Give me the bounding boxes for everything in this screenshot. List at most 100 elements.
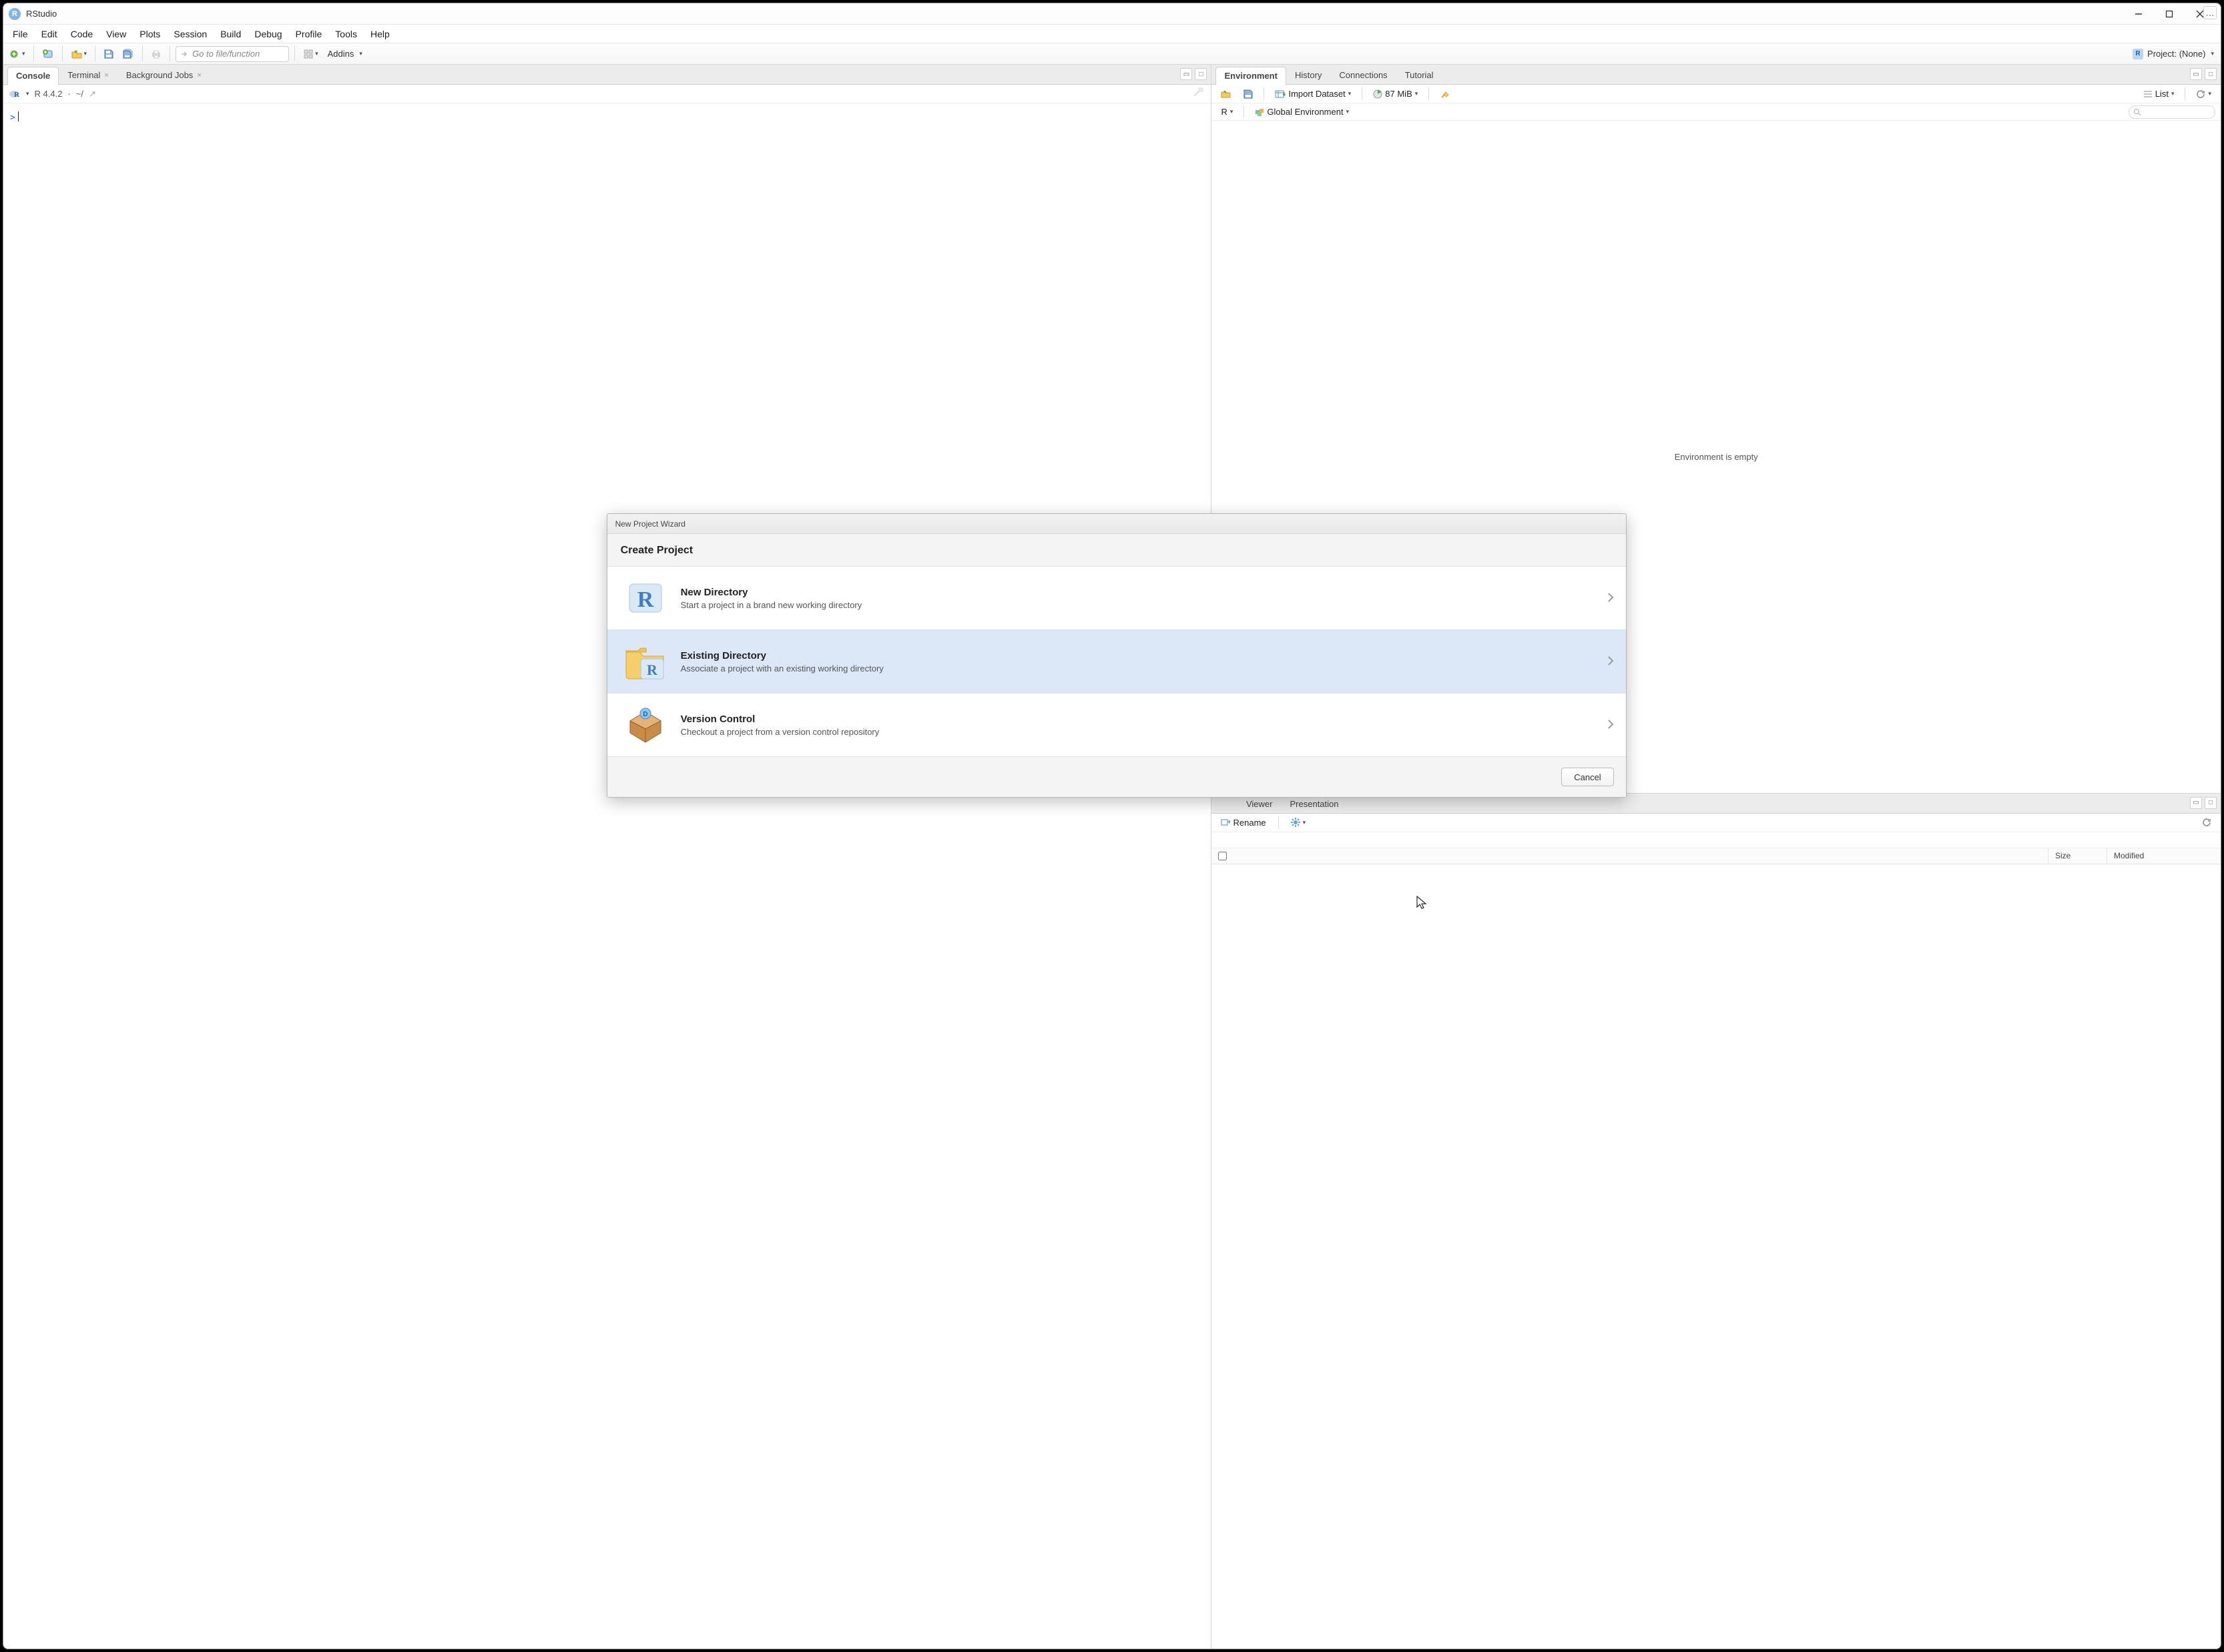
option-title: Version Control — [681, 714, 880, 725]
pane-maximize-button[interactable]: □ — [2205, 68, 2217, 80]
menu-plots[interactable]: Plots — [133, 25, 167, 43]
menu-build[interactable]: Build — [214, 25, 248, 43]
option-existing-directory[interactable]: R Existing Directory Associate a project… — [607, 630, 1626, 694]
text-cursor — [18, 111, 19, 121]
tab-tutorial[interactable]: Tutorial — [1396, 66, 1442, 84]
save-all-button[interactable] — [119, 46, 137, 62]
tab-connections[interactable]: Connections — [1330, 66, 1396, 84]
chevron-down-icon: ▾ — [1348, 90, 1352, 97]
refresh-button[interactable]: ▾ — [2192, 88, 2215, 100]
load-workspace-button[interactable] — [1217, 88, 1235, 100]
env-scope-selector[interactable]: Global Environment ▾ — [1251, 105, 1353, 118]
pane-minimize-button[interactable]: ▭ — [2190, 797, 2202, 809]
import-icon — [1275, 89, 1286, 99]
language-selector[interactable]: R ▾ — [1217, 105, 1237, 118]
menu-code[interactable]: Code — [64, 25, 99, 43]
refresh-icon — [2202, 818, 2211, 827]
open-file-button[interactable]: ▾ — [68, 46, 90, 62]
col-size[interactable]: Size — [2048, 848, 2107, 864]
option-desc: Associate a project with an existing wor… — [681, 663, 884, 673]
print-icon — [151, 49, 162, 59]
separator — [1428, 87, 1429, 100]
close-icon[interactable]: × — [197, 71, 201, 79]
svg-text:D: D — [643, 711, 647, 718]
goto-file-placeholder: Go to file/function — [192, 49, 260, 59]
goto-arrow-icon — [180, 50, 188, 58]
menu-view[interactable]: View — [99, 25, 133, 43]
files-path-bar[interactable]: … — [1211, 832, 2221, 848]
option-desc: Checkout a project from a version contro… — [681, 727, 880, 737]
pane-minimize-button[interactable]: ▭ — [1180, 68, 1192, 80]
menu-profile[interactable]: Profile — [289, 25, 329, 43]
r-logo-icon: R — [9, 88, 21, 100]
menu-file[interactable]: File — [6, 25, 35, 43]
menu-edit[interactable]: Edit — [35, 25, 64, 43]
memory-usage-button[interactable]: 87 MiB ▾ — [1369, 87, 1422, 100]
goto-file-input[interactable]: Go to file/function — [176, 46, 289, 62]
col-modified[interactable]: Modified — [2107, 848, 2221, 864]
gear-icon — [1291, 818, 1300, 827]
chevron-down-icon: ▾ — [22, 50, 25, 57]
goto-dir-icon[interactable]: ↗ — [89, 89, 96, 99]
menu-debug[interactable]: Debug — [248, 25, 288, 43]
menu-session[interactable]: Session — [167, 25, 214, 43]
chevron-down-icon: ▾ — [2211, 50, 2214, 57]
tab-terminal[interactable]: Terminal× — [59, 66, 117, 84]
col-name[interactable] — [1211, 848, 2048, 864]
new-file-icon — [10, 49, 21, 59]
save-button[interactable] — [101, 46, 117, 62]
more-options-button[interactable]: ▾ — [1287, 816, 1310, 828]
addins-menu[interactable]: Addins ▾ — [324, 46, 366, 62]
close-icon[interactable]: × — [104, 71, 108, 79]
rstudio-icon: R — [9, 8, 21, 20]
new-project-button[interactable] — [39, 46, 57, 62]
option-desc: Start a project in a brand new working d… — [681, 600, 862, 610]
save-all-icon — [122, 49, 134, 59]
files-header: Size Modified — [1211, 848, 2221, 864]
minimize-button[interactable] — [2123, 4, 2154, 24]
rename-button[interactable]: Rename — [1217, 816, 1270, 829]
option-version-control[interactable]: D Version Control Checkout a project fro… — [607, 694, 1626, 757]
svg-text:R: R — [14, 91, 20, 99]
clear-env-button[interactable] — [1436, 87, 1454, 101]
chevron-right-icon — [1607, 655, 1614, 668]
console-body[interactable]: > — [3, 103, 1211, 1649]
chevron-down-icon: ▾ — [2171, 90, 2175, 97]
right-pane: Environment History Connections Tutorial… — [1211, 65, 2221, 1649]
pane-maximize-button[interactable]: □ — [2205, 797, 2217, 809]
files-body[interactable] — [1211, 864, 2221, 1649]
select-all-checkbox[interactable] — [1218, 852, 1227, 860]
window-controls — [2123, 4, 2215, 24]
print-button[interactable] — [148, 46, 164, 62]
right-bottom-pane: x Viewer Presentation ▭ □ Rename — [1211, 794, 2221, 1649]
open-folder-icon — [71, 49, 83, 59]
project-menu[interactable]: R Project: (None) ▾ — [2133, 49, 2217, 59]
files-refresh-button[interactable] — [2198, 816, 2215, 828]
env-search-input[interactable] — [2129, 105, 2215, 119]
separator — [33, 46, 34, 61]
tab-background-jobs[interactable]: Background Jobs× — [117, 66, 210, 84]
chevron-down-icon[interactable]: ▾ — [26, 90, 29, 97]
separator — [1278, 816, 1279, 829]
maximize-icon — [2165, 10, 2173, 18]
list-view-button[interactable]: List ▾ — [2139, 87, 2179, 100]
pane-maximize-button[interactable]: □ — [1195, 68, 1207, 80]
menu-help[interactable]: Help — [364, 25, 396, 43]
cancel-button[interactable]: Cancel — [1561, 768, 1613, 786]
chevron-down-icon: ▾ — [1230, 108, 1233, 115]
tab-console[interactable]: Console — [7, 67, 59, 85]
grid-button[interactable]: ▾ — [300, 46, 321, 62]
option-title: New Directory — [681, 587, 862, 598]
tab-environment[interactable]: Environment — [1215, 67, 1286, 85]
maximize-button[interactable] — [2154, 4, 2185, 24]
separator — [62, 46, 63, 61]
option-new-directory[interactable]: R New Directory Start a project in a bra… — [607, 567, 1626, 630]
save-workspace-button[interactable] — [1239, 88, 1257, 100]
menu-tools[interactable]: Tools — [328, 25, 364, 43]
clear-console-icon[interactable] — [1192, 87, 1204, 101]
pane-minimize-button[interactable]: ▭ — [2190, 68, 2202, 80]
dialog-footer: Cancel — [607, 757, 1626, 797]
tab-history[interactable]: History — [1286, 66, 1330, 84]
import-dataset-button[interactable]: Import Dataset ▾ — [1271, 87, 1355, 100]
new-file-button[interactable]: ▾ — [7, 46, 28, 62]
